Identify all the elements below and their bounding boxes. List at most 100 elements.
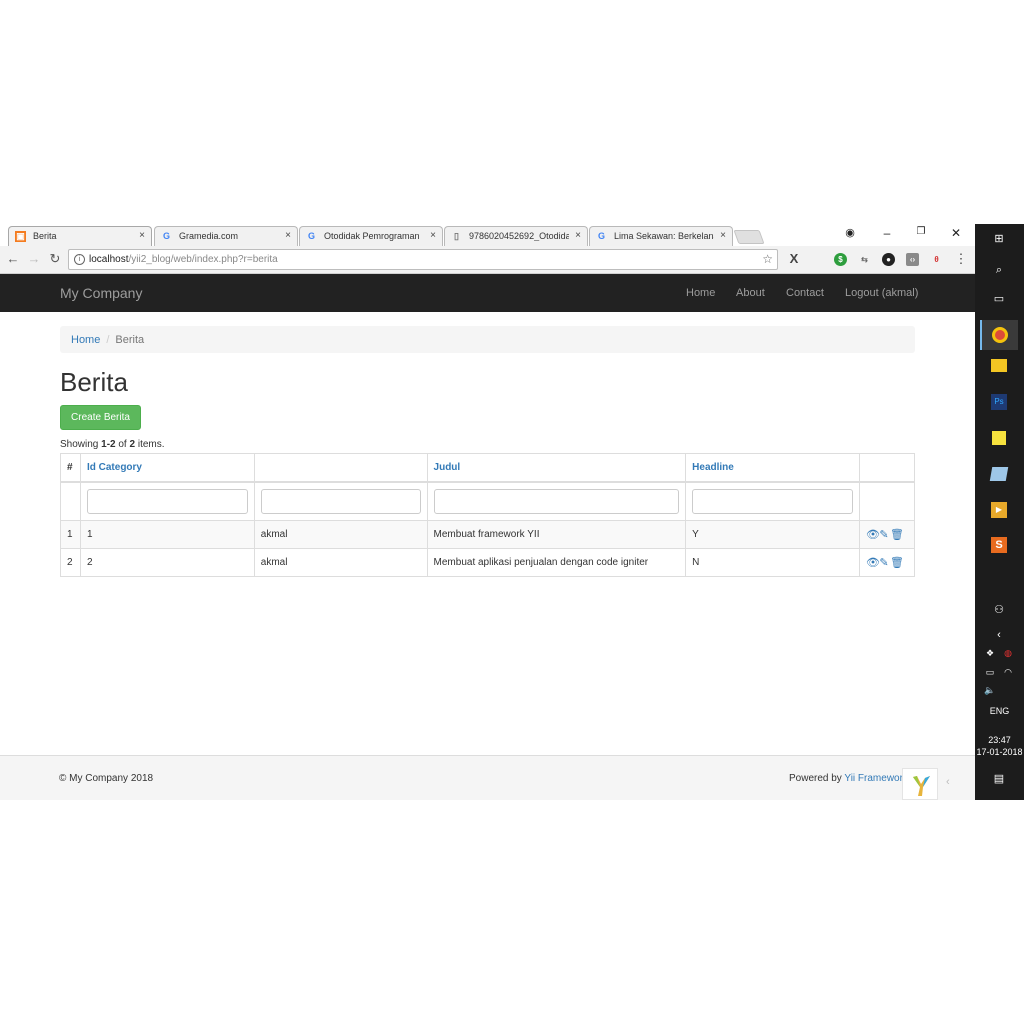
- sort-link-headline[interactable]: Headline: [692, 462, 734, 473]
- new-tab-button[interactable]: [733, 230, 765, 244]
- sublime-text-icon[interactable]: S: [991, 537, 1007, 553]
- clock-time[interactable]: 23:47: [975, 735, 1024, 745]
- clock-date[interactable]: 17-01-2018: [975, 747, 1024, 757]
- browser-tab-otodidak[interactable]: G Otodidak Pemrograman ×: [299, 226, 443, 246]
- cell-id-category: 2: [79, 548, 255, 577]
- yii-framework-link[interactable]: Yii Framework: [844, 773, 908, 784]
- dropbox-icon[interactable]: ❖: [981, 644, 999, 662]
- antivirus-icon[interactable]: ◍: [999, 644, 1017, 662]
- file-explorer-icon[interactable]: [991, 359, 1007, 372]
- column-header-id-category[interactable]: Id Category: [79, 453, 255, 483]
- notification-center-icon[interactable]: ▤: [990, 770, 1008, 788]
- delete-trash-icon[interactable]: 🗑: [890, 556, 904, 569]
- tab-title: Lima Sekawan: Berkelana: [614, 231, 714, 241]
- view-eye-icon[interactable]: 👁: [866, 556, 880, 569]
- browser-tab-pdf[interactable]: ▯ 9786020452692_Otodida ×: [444, 226, 588, 246]
- column-header-number: #: [60, 453, 81, 483]
- xampp-favicon-icon: ▣: [15, 231, 26, 242]
- cell-id-category: 1: [79, 520, 255, 549]
- column-header-judul[interactable]: Judul: [426, 453, 687, 483]
- info-icon[interactable]: i: [74, 254, 85, 265]
- address-bar[interactable]: i localhost/yii2_blog/web/index.php?r=be…: [68, 249, 778, 270]
- reload-icon[interactable]: ↻: [47, 251, 63, 267]
- navbar-brand[interactable]: My Company: [60, 285, 142, 301]
- breadcrumb-current: Berita: [115, 334, 145, 346]
- wifi-icon[interactable]: ◠: [999, 663, 1017, 681]
- nav-link-home[interactable]: Home: [686, 287, 715, 299]
- tab-close-icon[interactable]: ×: [285, 230, 291, 241]
- column-header-author: [253, 453, 428, 483]
- view-eye-icon[interactable]: 👁: [866, 528, 880, 541]
- browser-tab-gramedia[interactable]: G Gramedia.com ×: [154, 226, 298, 246]
- tab-close-icon[interactable]: ×: [575, 230, 581, 241]
- filter-author-input[interactable]: [260, 488, 421, 514]
- media-player-icon[interactable]: ▶: [991, 502, 1007, 518]
- yii-debug-toolbar-logo[interactable]: [902, 768, 938, 800]
- chevron-up-icon[interactable]: ‹: [990, 626, 1008, 644]
- windows-start-icon[interactable]: ⊞: [990, 230, 1008, 248]
- sticky-notes-icon[interactable]: [992, 431, 1006, 445]
- tab-close-icon[interactable]: ×: [139, 230, 145, 241]
- site-footer: © My Company 2018 Powered by Yii Framewo…: [0, 755, 975, 800]
- footer-copyright: © My Company 2018: [59, 773, 154, 784]
- url-host: localhost: [89, 254, 129, 265]
- grid-filter-row: [60, 481, 916, 521]
- summary-range: 1-2: [101, 439, 116, 450]
- bookmark-star-icon[interactable]: ☆: [762, 252, 773, 266]
- cell-judul: Membuat aplikasi penjualan dengan code i…: [426, 548, 687, 577]
- filter-judul-input[interactable]: [433, 488, 680, 514]
- language-indicator[interactable]: ENG: [975, 706, 1024, 716]
- photoshop-icon[interactable]: Ps: [991, 394, 1007, 410]
- sort-link-judul[interactable]: Judul: [434, 462, 461, 473]
- nav-link-logout[interactable]: Logout (akmal): [845, 287, 918, 299]
- task-view-icon[interactable]: ▭: [990, 290, 1008, 308]
- link-extension-icon[interactable]: ⇆: [858, 253, 871, 266]
- edit-pencil-icon[interactable]: ✎: [878, 528, 890, 541]
- create-berita-button[interactable]: Create Berita: [60, 405, 141, 430]
- chevron-left-icon[interactable]: ‹: [946, 776, 950, 788]
- url-path: /yii2_blog/web/index.php?r=berita: [128, 254, 278, 265]
- battery-icon[interactable]: ▭: [981, 663, 999, 681]
- edit-pencil-icon[interactable]: ✎: [878, 556, 890, 569]
- filter-cell-empty: [60, 481, 81, 521]
- profile-icon[interactable]: ◉: [840, 226, 860, 239]
- red-extension-icon[interactable]: θ: [930, 253, 943, 266]
- code-extension-icon[interactable]: ‹›: [906, 253, 919, 266]
- dark-extension-icon[interactable]: ●: [882, 253, 895, 266]
- nav-link-about[interactable]: About: [736, 287, 765, 299]
- dollar-extension-icon[interactable]: $: [834, 253, 847, 266]
- window-close-button[interactable]: ✕: [946, 226, 966, 240]
- tab-title: Gramedia.com: [179, 231, 239, 241]
- sort-link-id-category[interactable]: Id Category: [87, 462, 142, 473]
- filter-headline-input[interactable]: [692, 488, 853, 514]
- grid-summary: Showing 1-2 of 2 items.: [60, 439, 165, 450]
- windows-taskbar: ⊞ ⌕ ▭ Ps ▶ S ⚇ ‹ ❖ ◍ ▭ ◠ 🔈 ENG 23:47 17-…: [975, 224, 1024, 800]
- chrome-menu-icon[interactable]: ⋮: [953, 251, 969, 267]
- minimize-button[interactable]: –: [877, 226, 897, 240]
- cell-number: 1: [60, 520, 81, 549]
- restore-button[interactable]: ❐: [911, 226, 931, 237]
- browser-toolbar: ← → ↻ i localhost/yii2_blog/web/index.ph…: [0, 246, 975, 274]
- screenshot-root: ▣ Berita × G Gramedia.com × G Otodidak P…: [0, 224, 1024, 800]
- browser-tab-berita[interactable]: ▣ Berita ×: [8, 226, 152, 246]
- tab-close-icon[interactable]: ×: [430, 230, 436, 241]
- google-g-favicon-icon: G: [597, 231, 605, 241]
- forward-arrow-icon[interactable]: →: [26, 251, 42, 266]
- nav-link-contact[interactable]: Contact: [786, 287, 824, 299]
- browser-tab-lima-sekawan[interactable]: G Lima Sekawan: Berkelana ×: [589, 226, 733, 246]
- column-header-headline[interactable]: Headline: [685, 453, 860, 483]
- google-g-favicon-icon: G: [162, 231, 170, 241]
- x-extension-icon[interactable]: X: [786, 251, 802, 266]
- tab-close-icon[interactable]: ×: [720, 230, 726, 241]
- filter-id-category-input[interactable]: [86, 488, 248, 514]
- search-icon[interactable]: ⌕: [990, 261, 1008, 279]
- table-row: 2 2 akmal Membuat aplikasi penjualan den…: [60, 548, 916, 577]
- chrome-taskbar-icon[interactable]: [980, 320, 1018, 350]
- delete-trash-icon[interactable]: 🗑: [890, 528, 904, 541]
- filter-cell: [685, 481, 860, 521]
- volume-icon[interactable]: 🔈: [981, 681, 999, 699]
- people-icon[interactable]: ⚇: [990, 601, 1008, 619]
- back-arrow-icon[interactable]: ←: [5, 251, 21, 266]
- breadcrumb-home-link[interactable]: Home: [71, 334, 100, 346]
- book-app-icon[interactable]: [989, 467, 1009, 481]
